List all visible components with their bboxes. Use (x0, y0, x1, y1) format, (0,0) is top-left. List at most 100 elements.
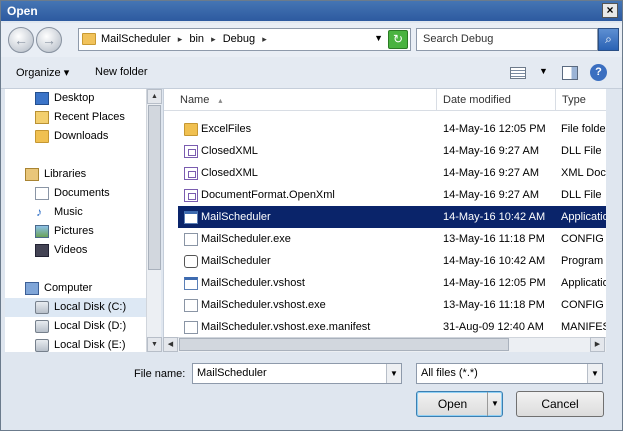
breadcrumb: MailScheduler ▸ bin ▸ Debug ▸ (101, 33, 271, 45)
chevron-down-icon[interactable]: ▼ (487, 392, 502, 416)
file-type: DLL File (561, 189, 602, 201)
search-icon[interactable]: ⌕ (598, 28, 619, 51)
pictures-icon (35, 225, 49, 238)
chevron-right-icon[interactable]: ▸ (262, 34, 267, 44)
horizontal-scrollbar[interactable]: ◀ ▶ (163, 337, 606, 352)
file-list: Name ▴ Date modified Type ExcelFiles 14-… (163, 89, 606, 352)
back-button[interactable]: ← (8, 27, 34, 53)
file-name: MailScheduler.vshost.exe.manifest (201, 321, 371, 333)
chevron-down-icon[interactable]: ▼ (539, 66, 548, 76)
chevron-right-icon[interactable]: ▸ (211, 34, 216, 44)
sidebar-item-downloads[interactable]: Downloads (5, 127, 146, 146)
column-header-name[interactable]: Name ▴ (164, 89, 437, 111)
title-bar: Open × (1, 1, 622, 21)
chevron-down-icon[interactable]: ▼ (386, 364, 401, 383)
file-date: 13-May-16 11:18 PM (443, 299, 545, 311)
file-type: CONFIG File (561, 233, 606, 245)
application-icon (184, 277, 198, 290)
navigation-scrollbar[interactable]: ▲ ▼ (146, 89, 162, 352)
address-bar[interactable]: MailScheduler ▸ bin ▸ Debug ▸ ▼ ↻ (78, 28, 411, 51)
libraries-icon (25, 168, 39, 181)
chevron-down-icon[interactable]: ▼ (587, 364, 602, 383)
scroll-down-icon[interactable]: ▼ (147, 337, 162, 352)
sidebar-item-label: Desktop (54, 92, 95, 104)
file-type: CONFIG File (561, 299, 606, 311)
refresh-button[interactable]: ↻ (388, 30, 408, 49)
videos-icon (35, 244, 49, 257)
file-row[interactable]: MailScheduler.vshost.exe 13-May-16 11:18… (178, 294, 606, 316)
breadcrumb-item[interactable]: bin (189, 33, 204, 45)
sidebar-item-documents[interactable]: Documents (5, 184, 146, 203)
file-name: ClosedXML (201, 145, 258, 157)
file-row[interactable]: ExcelFiles 14-May-16 12:05 PM File folde… (178, 118, 606, 140)
forward-button[interactable]: → (36, 27, 62, 53)
sidebar-item-local-disk-c[interactable]: Local Disk (C:) (5, 298, 146, 317)
drive-icon (35, 320, 49, 333)
command-toolbar: Organize ▾ New folder ▼ ? (1, 57, 622, 89)
file-row[interactable]: DocumentFormat.OpenXml 14-May-16 9:27 AM… (178, 184, 606, 206)
chevron-right-icon[interactable]: ▸ (178, 34, 183, 44)
sidebar-item-label: Documents (54, 187, 110, 199)
sort-ascending-icon: ▴ (218, 96, 223, 105)
help-icon[interactable]: ? (590, 64, 607, 81)
computer-icon (25, 282, 39, 295)
organize-button[interactable]: Organize ▾ (16, 66, 69, 79)
chevron-down-icon[interactable]: ▼ (374, 33, 383, 43)
file-row[interactable]: MailScheduler.vshost 14-May-16 12:05 PM … (178, 272, 606, 294)
sidebar-item-pictures[interactable]: Pictures (5, 222, 146, 241)
sidebar-item-libraries[interactable]: Libraries (5, 165, 146, 184)
sidebar-item-computer[interactable]: Computer (5, 279, 146, 298)
dll-icon (184, 145, 198, 158)
file-row-selected[interactable]: MailScheduler 14-May-16 10:42 AM Applica… (178, 206, 606, 228)
file-row[interactable]: ClosedXML 14-May-16 9:27 AM DLL File (178, 140, 606, 162)
file-row[interactable]: MailScheduler 14-May-16 10:42 AM Program… (178, 250, 606, 272)
breadcrumb-item[interactable]: MailScheduler (101, 33, 171, 45)
file-row[interactable]: ClosedXML 14-May-16 9:27 AM XML Document (178, 162, 606, 184)
file-name: MailScheduler (201, 211, 271, 223)
search-input[interactable]: Search Debug (416, 28, 598, 51)
cancel-button[interactable]: Cancel (516, 391, 604, 417)
column-header-type[interactable]: Type (556, 89, 606, 111)
file-type: Program Debug Database (561, 255, 606, 267)
view-options-icon[interactable] (510, 67, 526, 79)
sidebar-item-local-disk-e[interactable]: Local Disk (E:) (5, 336, 146, 352)
documents-icon (35, 187, 49, 200)
sidebar-item-label: Local Disk (E:) (54, 339, 126, 351)
file-date: 14-May-16 10:42 AM (443, 211, 546, 223)
sidebar-item-label: Libraries (44, 168, 87, 180)
sidebar-item-recent-places[interactable]: Recent Places (5, 108, 146, 127)
sidebar-item-desktop[interactable]: Desktop (5, 89, 146, 108)
sidebar-item-music[interactable]: ♪ Music (5, 203, 146, 222)
file-name: MailScheduler (201, 255, 271, 267)
sidebar-item-videos[interactable]: Videos (5, 241, 146, 260)
file-type: DLL File (561, 145, 602, 157)
file-name-value: MailScheduler (197, 367, 267, 379)
column-header-date[interactable]: Date modified (437, 89, 556, 111)
sidebar-item-label: Local Disk (D:) (54, 320, 127, 332)
preview-pane-icon[interactable] (562, 66, 578, 80)
navigation-bar: ← → MailScheduler ▸ bin ▸ Debug ▸ ▼ ↻ Se… (1, 23, 622, 57)
scrollbar-thumb[interactable] (179, 338, 509, 351)
scroll-up-icon[interactable]: ▲ (147, 89, 162, 104)
open-button[interactable]: Open ▼ (416, 391, 503, 417)
file-type-filter-value: All files (*.*) (421, 367, 478, 379)
file-date: 14-May-16 9:27 AM (443, 167, 539, 179)
file-row[interactable]: MailScheduler.vshost.exe.manifest 31-Aug… (178, 316, 606, 338)
new-folder-button[interactable]: New folder (95, 66, 148, 78)
sidebar-item-label: Videos (54, 244, 88, 256)
application-icon (184, 211, 198, 224)
file-name: ExcelFiles (201, 123, 252, 135)
close-button[interactable]: × (602, 3, 618, 18)
breadcrumb-item[interactable]: Debug (223, 33, 255, 45)
pdb-icon (184, 255, 198, 268)
scrollbar-thumb[interactable] (148, 105, 161, 270)
file-name: ClosedXML (201, 167, 258, 179)
folder-icon (82, 33, 96, 45)
scroll-left-icon[interactable]: ◀ (163, 337, 178, 352)
scroll-right-icon[interactable]: ▶ (590, 337, 605, 352)
file-name-field[interactable]: MailScheduler ▼ (192, 363, 402, 384)
file-row[interactable]: MailScheduler.exe 13-May-16 11:18 PM CON… (178, 228, 606, 250)
file-type: File folder (561, 123, 606, 135)
sidebar-item-local-disk-d[interactable]: Local Disk (D:) (5, 317, 146, 336)
file-type-filter[interactable]: All files (*.*) ▼ (416, 363, 603, 384)
